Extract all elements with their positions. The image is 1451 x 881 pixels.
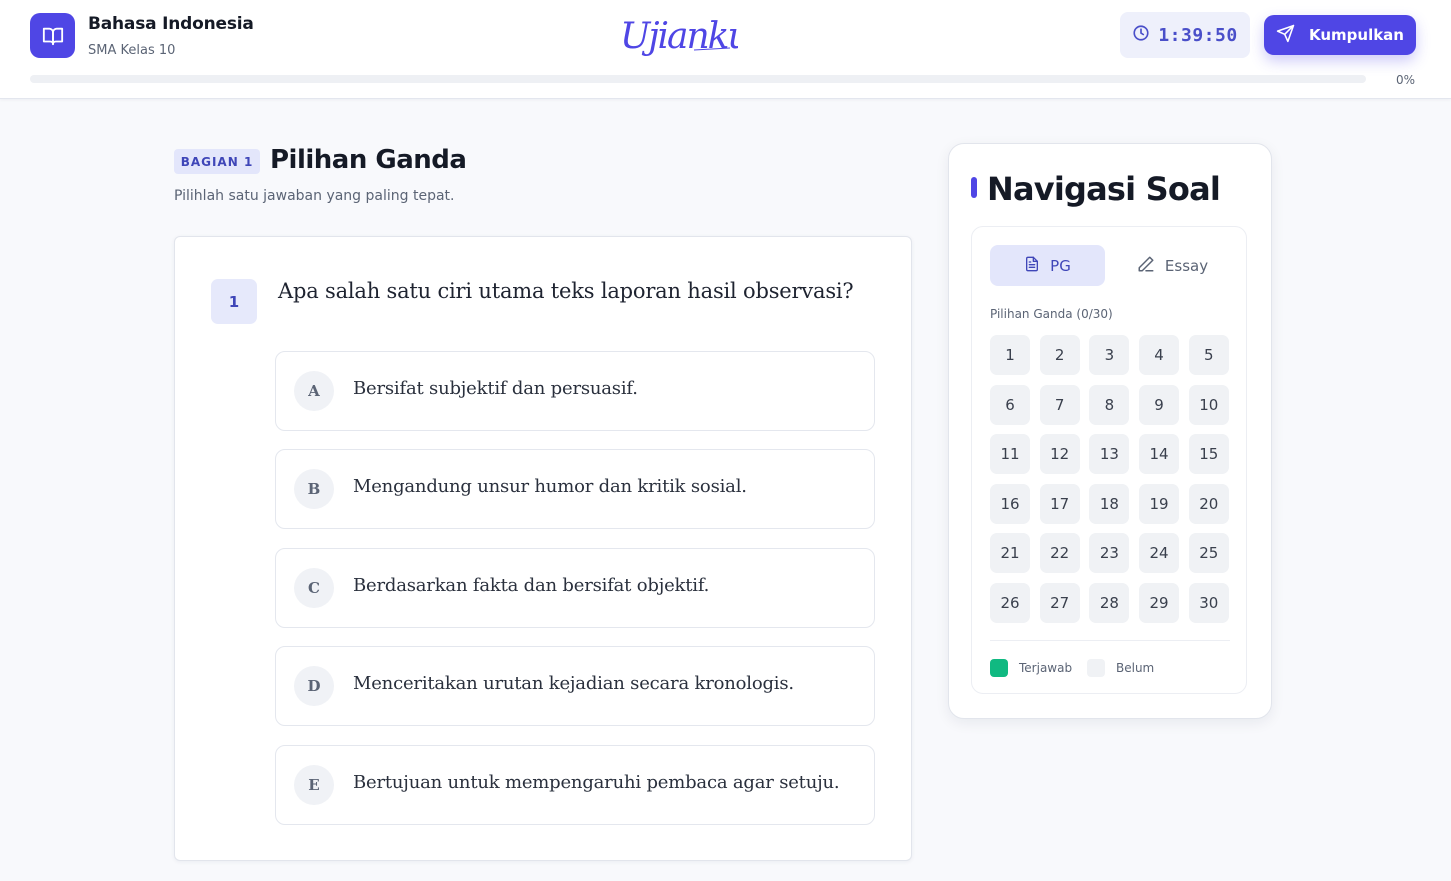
submit-button[interactable]: Kumpulkan (1264, 15, 1416, 55)
progress-bar (30, 75, 1366, 83)
question-nav-button[interactable]: 5 (1188, 335, 1229, 375)
question-card: 1 Apa salah satu ciri utama teks laporan… (174, 236, 912, 861)
question-nav-button[interactable]: 10 (1188, 384, 1229, 425)
question-nav-button[interactable]: 18 (1089, 483, 1130, 524)
send-icon (1276, 24, 1295, 46)
question-nav-button[interactable]: 24 (1139, 533, 1180, 574)
question-number: 1 (211, 279, 257, 324)
question-nav-button[interactable]: 11 (990, 434, 1030, 475)
question-number-grid: 1 2 3 4 5 6 7 8 9 10 11 12 13 14 15 16 17 18 19 20 21 22 23 24 2… (990, 335, 1230, 623)
question-nav-button[interactable]: 3 (1089, 335, 1130, 375)
question-nav-button[interactable]: 15 (1188, 434, 1229, 475)
nav-title: Navigasi Soal (987, 170, 1221, 208)
option-letter: E (294, 765, 334, 805)
option-letter: B (294, 469, 334, 509)
legend-label: Belum (1116, 661, 1155, 675)
section-title: Pilihan Ganda (270, 145, 467, 175)
answered-count: Pilihan Ganda (0/30) (990, 307, 1113, 321)
tab-essay[interactable]: Essay (1115, 245, 1230, 286)
question-nav-button[interactable]: 4 (1139, 335, 1180, 375)
timer-value: 1:39:50 (1158, 24, 1238, 46)
question-nav-button[interactable]: 12 (1039, 434, 1080, 475)
legend-swatch-unanswered (1087, 659, 1105, 677)
legend-swatch-answered (990, 659, 1008, 677)
question-nav-button[interactable]: 22 (1039, 533, 1080, 574)
file-text-icon (1024, 255, 1040, 277)
question-text: Apa salah satu ciri utama teks laporan h… (278, 279, 854, 303)
question-nav-button[interactable]: 17 (1039, 483, 1080, 524)
option-text: Mengandung unsur humor dan kritik sosial… (353, 476, 747, 497)
pencil-icon (1137, 255, 1155, 277)
subject-title: Bahasa Indonesia (88, 14, 254, 34)
clock-icon (1132, 24, 1150, 47)
title-accent-bar (971, 177, 977, 198)
question-nav-button[interactable]: 27 (1039, 582, 1080, 623)
question-nav-button[interactable]: 6 (990, 384, 1030, 425)
progress-percent: 0% (1395, 73, 1415, 87)
countdown-timer: 1:39:50 (1120, 12, 1250, 58)
option-d[interactable]: D Menceritakan urutan kejadian secara kr… (275, 646, 875, 726)
tab-pg[interactable]: PG (990, 245, 1105, 286)
option-text: Menceritakan urutan kejadian secara kron… (353, 673, 794, 694)
question-nav-button[interactable]: 7 (1039, 384, 1080, 425)
legend-label: Terjawab (1019, 661, 1073, 675)
question-nav-button[interactable]: 2 (1039, 335, 1080, 375)
question-nav-button[interactable]: 21 (990, 533, 1030, 574)
tab-label: Essay (1164, 256, 1209, 275)
option-b[interactable]: B Mengandung unsur humor dan kritik sosi… (275, 449, 875, 529)
submit-label: Kumpulkan (1308, 26, 1404, 44)
question-nav-button[interactable]: 29 (1139, 582, 1180, 623)
legend-unanswered: Belum (1087, 659, 1154, 677)
ujianku-logo: Ujianku (616, 2, 751, 74)
question-nav-button[interactable]: 13 (1089, 434, 1130, 475)
option-letter: A (294, 371, 334, 411)
option-letter: D (294, 666, 334, 706)
nav-inner-card: PG Essay Pilihan Ganda (0/30) 1234567891… (971, 226, 1247, 694)
question-nav-button[interactable]: 28 (1089, 582, 1130, 623)
question-nav-button[interactable]: 26 (990, 582, 1030, 623)
option-text: Berdasarkan fakta dan bersifat objektif. (353, 575, 710, 596)
top-header: Bahasa Indonesia SMA Kelas 10 Ujianku 1:… (0, 0, 1451, 99)
legend-answered: Terjawab (990, 659, 1072, 677)
question-nav-button[interactable]: 30 (1188, 582, 1229, 623)
book-icon (30, 13, 75, 58)
option-text: Bersifat subjektif dan persuasif. (353, 378, 638, 399)
question-nav-button[interactable]: 8 (1089, 384, 1130, 425)
question-nav-button[interactable]: 1 (990, 335, 1030, 375)
question-nav-button[interactable]: 14 (1139, 434, 1180, 475)
question-nav-button[interactable]: 20 (1188, 483, 1229, 524)
section-instruction: Pilihlah satu jawaban yang paling tepat. (174, 188, 455, 204)
question-nav-button[interactable]: 9 (1139, 384, 1180, 425)
section-badge: BAGIAN 1 (174, 149, 260, 174)
option-c[interactable]: C Berdasarkan fakta dan bersifat objekti… (275, 548, 875, 628)
option-a[interactable]: A Bersifat subjektif dan persuasif. (275, 351, 875, 431)
question-navigation-panel: Navigasi Soal PG Essay Pilihan Ganda (0/ (948, 143, 1272, 719)
question-nav-button[interactable]: 25 (1188, 533, 1229, 574)
logo-text: Ujianku (620, 16, 738, 57)
class-level: SMA Kelas 10 (88, 43, 176, 58)
option-letter: C (294, 568, 334, 608)
tab-label: PG (1050, 256, 1071, 275)
question-nav-button[interactable]: 19 (1139, 483, 1180, 524)
divider (990, 640, 1230, 641)
question-nav-button[interactable]: 16 (990, 483, 1030, 524)
option-text: Bertujuan untuk mempengaruhi pembaca aga… (353, 772, 840, 793)
question-nav-button[interactable]: 23 (1089, 533, 1130, 574)
option-e[interactable]: E Bertujuan untuk mempengaruhi pembaca a… (275, 745, 875, 825)
